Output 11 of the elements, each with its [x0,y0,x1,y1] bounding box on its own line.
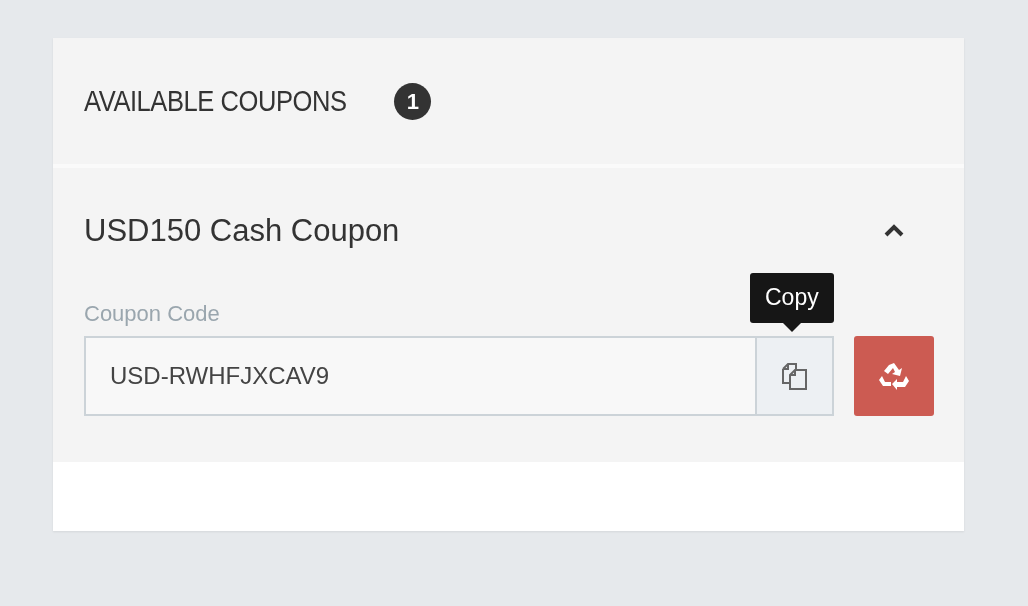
count-badge: 1 [394,82,432,120]
recycle-button[interactable] [854,335,934,416]
coupon-code-field[interactable]: USD-RWHFJXCAV9 [84,335,755,416]
panel-title: AVAILABLE COUPONS [84,83,347,119]
field-label: Coupon Code [84,299,220,328]
coupon-title[interactable]: USD150 Cash Coupon [84,208,400,255]
recycle-icon [879,361,909,390]
tooltip-arrow-icon [782,322,801,332]
tooltip: Copy [750,272,834,332]
copy-icon [779,360,810,391]
copy-button[interactable] [755,335,834,416]
